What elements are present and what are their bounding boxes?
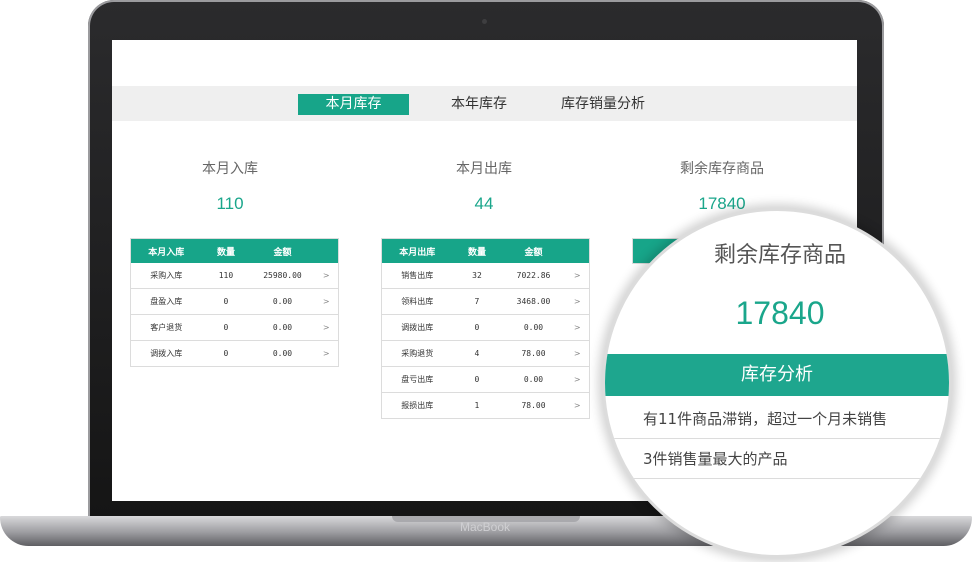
outbound-cell-amount: 7022.86 [501, 263, 566, 289]
inbound-cell-type: 盘盈入库 [130, 288, 202, 315]
outbound-cell-amount: 78.00 [501, 392, 566, 419]
inbound-col-arrow [314, 238, 339, 263]
inbound-row[interactable]: 采购入库 110 25980.00 > [130, 263, 339, 289]
outbound-cell-arrow[interactable]: > [565, 314, 590, 341]
outbound-cell-arrow[interactable]: > [565, 340, 590, 367]
stat-value-outbound: 44 [474, 194, 494, 213]
outbound-cell-arrow[interactable]: > [565, 263, 590, 289]
outbound-cell-arrow[interactable]: > [565, 288, 590, 315]
outbound-table: 本月出库 数量 金额 销售出库 32 7022.86 > 领料出库 7 3468.00 > 调拨… [381, 238, 590, 419]
inbound-cell-amount: 0.00 [250, 340, 315, 367]
outbound-cell-amount: 3468.00 [501, 288, 566, 315]
outbound-cell-qty: 0 [452, 314, 502, 341]
outbound-col-amount: 金额 [501, 238, 566, 263]
inbound-cell-qty: 0 [201, 288, 251, 315]
inbound-cell-qty: 0 [201, 314, 251, 341]
magnifier-callout: 剩余库存商品 17840 库存分析 有11件商品滞销，超过一个月未销售 3件销售… [602, 208, 952, 558]
outbound-cell-amount: 0.00 [501, 366, 566, 393]
inventory-analysis-header[interactable]: 库存分析 [605, 354, 949, 396]
outbound-col-type: 本月出库 [381, 238, 453, 263]
inbound-cell-type: 调拨入库 [130, 340, 202, 367]
inbound-col-qty: 数量 [201, 238, 251, 263]
outbound-cell-type: 调拨出库 [381, 314, 453, 341]
outbound-cell-arrow[interactable]: > [565, 392, 590, 419]
outbound-cell-qty: 7 [452, 288, 502, 315]
inbound-cell-amount: 25980.00 [250, 263, 315, 289]
camera-icon [482, 19, 487, 24]
outbound-cell-qty: 0 [452, 366, 502, 393]
inbound-table: 本月入库 数量 金额 采购入库 110 25980.00 > 盘盈入库 0 0.00 > 客户退… [130, 238, 339, 367]
tab-bar: 本月库存 本年库存 库存销量分析 [112, 86, 857, 121]
outbound-cell-qty: 32 [452, 263, 502, 289]
inbound-cell-arrow[interactable]: > [314, 288, 339, 315]
magnifier-value: 17840 [735, 295, 825, 331]
outbound-row[interactable]: 销售出库 32 7022.86 > [381, 263, 590, 289]
tab-this-month-inventory[interactable]: 本月库存 [298, 94, 409, 115]
outbound-cell-qty: 4 [452, 340, 502, 367]
outbound-cell-amount: 0.00 [501, 314, 566, 341]
outbound-cell-type: 盘亏出库 [381, 366, 453, 393]
top-selling-products-row[interactable]: 3件销售量最大的产品 [605, 440, 949, 479]
outbound-row[interactable]: 盘亏出库 0 0.00 > [381, 366, 590, 393]
outbound-cell-type: 采购退货 [381, 340, 453, 367]
inbound-cell-arrow[interactable]: > [314, 340, 339, 367]
outbound-col-arrow [565, 238, 590, 263]
brand-label: MacBook [459, 520, 511, 534]
magnifier-title: 剩余库存商品 [713, 243, 846, 268]
outbound-col-qty: 数量 [452, 238, 502, 263]
inbound-row[interactable]: 客户退货 0 0.00 > [130, 314, 339, 341]
inbound-cell-type: 客户退货 [130, 314, 202, 341]
inbound-cell-qty: 0 [201, 340, 251, 367]
slow-moving-items-row[interactable]: 有11件商品滞销，超过一个月未销售 [605, 400, 949, 439]
inbound-row[interactable]: 盘盈入库 0 0.00 > [130, 288, 339, 315]
inbound-cell-amount: 0.00 [250, 288, 315, 315]
outbound-row[interactable]: 调拨出库 0 0.00 > [381, 314, 590, 341]
stat-title-inbound: 本月入库 [202, 161, 258, 177]
outbound-cell-type: 报损出库 [381, 392, 453, 419]
inbound-cell-type: 采购入库 [130, 263, 202, 289]
stat-value-inbound: 110 [216, 194, 244, 213]
tab-this-year-inventory[interactable]: 本年库存 [429, 94, 529, 115]
outbound-cell-type: 领料出库 [381, 288, 453, 315]
outbound-row[interactable]: 领料出库 7 3468.00 > [381, 288, 590, 315]
stat-title-remaining: 剩余库存商品 [680, 161, 764, 177]
inbound-cell-amount: 0.00 [250, 314, 315, 341]
outbound-cell-amount: 78.00 [501, 340, 566, 367]
inbound-col-amount: 金额 [250, 238, 315, 263]
inbound-col-type: 本月入库 [130, 238, 202, 263]
outbound-cell-arrow[interactable]: > [565, 366, 590, 393]
outbound-row[interactable]: 采购退货 4 78.00 > [381, 340, 590, 367]
inbound-cell-arrow[interactable]: > [314, 314, 339, 341]
outbound-row[interactable]: 报损出库 1 78.00 > [381, 392, 590, 419]
inbound-cell-arrow[interactable]: > [314, 263, 339, 289]
outbound-cell-qty: 1 [452, 392, 502, 419]
inbound-cell-qty: 110 [201, 263, 251, 289]
inbound-row[interactable]: 调拨入库 0 0.00 > [130, 340, 339, 367]
stat-title-outbound: 本月出库 [456, 161, 512, 177]
tab-inventory-sales-analysis[interactable]: 库存销量分析 [548, 94, 658, 115]
outbound-cell-type: 销售出库 [381, 263, 453, 289]
